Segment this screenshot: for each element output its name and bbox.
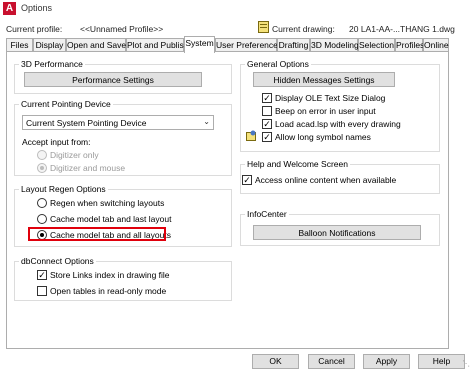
checkbox-store-links[interactable]: ✓: [37, 270, 47, 280]
checkbox-load-acad-lsp[interactable]: ✓: [262, 119, 272, 129]
tab-online[interactable]: Online: [423, 38, 449, 52]
checkbox-beep-on-error[interactable]: [262, 106, 272, 116]
radio-cache-last-layout[interactable]: [37, 214, 47, 224]
tab-system[interactable]: System: [184, 36, 215, 53]
group-title-infocenter: InfoCenter: [245, 209, 289, 219]
label-access-online-content: Access online content when available: [255, 175, 397, 185]
hidden-messages-settings-button[interactable]: Hidden Messages Settings: [253, 72, 395, 87]
red-highlight-box: [28, 227, 166, 241]
drawing-setting-icon: [246, 130, 256, 141]
accept-input-label: Accept input from:: [22, 137, 91, 147]
current-drawing-label: Current drawing:: [272, 24, 335, 34]
radio-digitizer-and-mouse[interactable]: [37, 163, 47, 173]
current-profile-label: Current profile:: [6, 24, 63, 34]
tab-plot-and-publish[interactable]: Plot and Publish: [126, 38, 188, 52]
group-title-general-options: General Options: [245, 59, 311, 69]
cancel-button[interactable]: Cancel: [308, 354, 355, 369]
label-long-symbol-names: Allow long symbol names: [275, 132, 371, 142]
tab-3d-modeling[interactable]: 3D Modeling: [310, 38, 359, 52]
window-title: Options: [21, 3, 53, 13]
balloon-notifications-button[interactable]: Balloon Notifications: [253, 225, 421, 240]
apply-button[interactable]: Apply: [363, 354, 410, 369]
tab-open-and-save[interactable]: Open and Save: [66, 38, 126, 52]
help-button[interactable]: Help: [418, 354, 465, 369]
label-digitizer-and-mouse: Digitizer and mouse: [50, 163, 126, 173]
label-read-only-tables: Open tables in read-only mode: [50, 286, 167, 296]
label-load-acad-lsp: Load acad.lsp with every drawing: [275, 119, 401, 129]
radio-regen-switching[interactable]: [37, 198, 47, 208]
checkbox-access-online-content[interactable]: ✓: [242, 175, 252, 185]
chevron-down-icon: ⌄: [203, 117, 210, 126]
checkbox-ole-text-size[interactable]: ✓: [262, 93, 272, 103]
current-drawing-value: 20 LA1-AA-...THANG 1.dwg: [349, 24, 455, 34]
resize-grip-icon[interactable]: ⋱: [462, 360, 472, 370]
label-regen-switching: Regen when switching layouts: [50, 198, 165, 208]
label-ole-text-size: Display OLE Text Size Dialog: [275, 93, 386, 103]
label-store-links: Store Links index in drawing file: [50, 270, 170, 280]
label-digitizer-only: Digitizer only: [50, 150, 99, 160]
group-title-layout-regen: Layout Regen Options: [19, 184, 108, 194]
group-title-help-welcome: Help and Welcome Screen: [245, 159, 350, 169]
checkbox-long-symbol-names[interactable]: ✓: [262, 132, 272, 142]
tab-files[interactable]: Files: [6, 38, 33, 52]
group-title-pointing-device: Current Pointing Device: [19, 99, 113, 109]
label-cache-last-layout: Cache model tab and last layout: [50, 214, 172, 224]
current-profile-value: <<Unnamed Profile>>: [80, 24, 164, 34]
pointing-device-selected: Current System Pointing Device: [26, 118, 147, 128]
pointing-device-select[interactable]: Current System Pointing Device ⌄: [22, 115, 214, 130]
performance-settings-button[interactable]: Performance Settings: [24, 72, 202, 87]
tab-display[interactable]: Display: [33, 38, 66, 52]
tab-user-preferences[interactable]: User Preferences: [215, 38, 282, 52]
checkbox-read-only-tables[interactable]: [37, 286, 47, 296]
title-bar: A Options: [0, 0, 474, 18]
radio-digitizer-only[interactable]: [37, 150, 47, 160]
tab-profiles[interactable]: Profiles: [395, 38, 424, 52]
tab-drafting[interactable]: Drafting: [277, 38, 310, 52]
group-title-dbconnect: dbConnect Options: [19, 256, 96, 266]
autocad-app-icon: A: [3, 2, 16, 15]
group-title-3d-performance: 3D Performance: [19, 59, 85, 69]
label-beep-on-error: Beep on error in user input: [275, 106, 376, 116]
drawing-icon: [258, 21, 269, 33]
tab-selection[interactable]: Selection: [358, 38, 395, 52]
ok-button[interactable]: OK: [252, 354, 299, 369]
